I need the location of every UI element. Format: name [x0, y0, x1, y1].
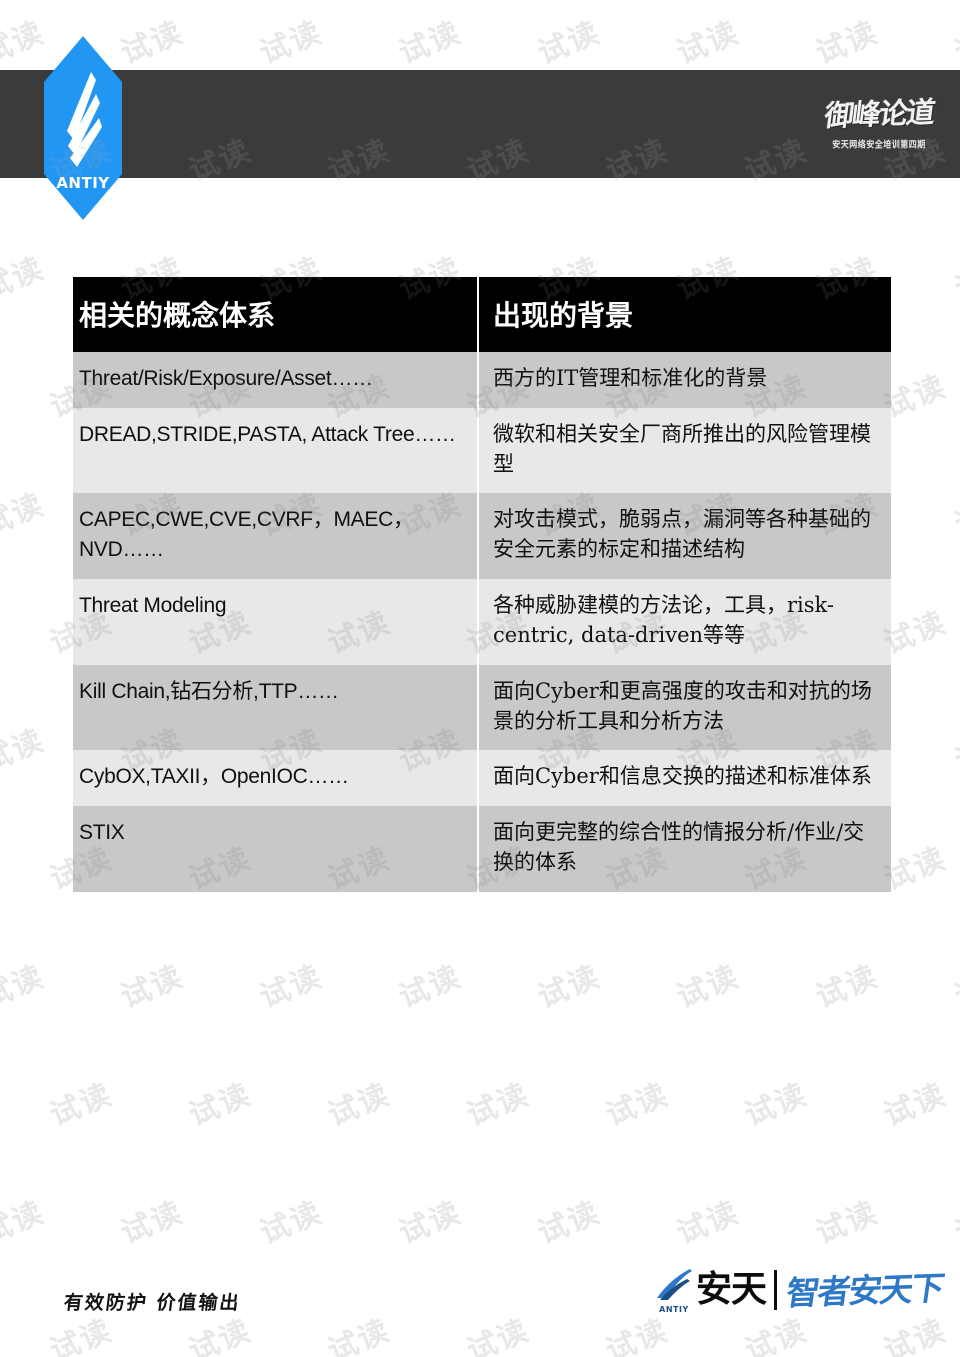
column-header-background: 出现的背景 [478, 277, 891, 352]
antiy-swoosh-icon: ANTIY [654, 1267, 694, 1314]
slide-canvas: ANTIY 御峰论道 安天网络安全培训第四期 相关的概念体系 出现的背景 Thr… [0, 0, 960, 1357]
watermark-text: 试读 [394, 959, 467, 1016]
watermark-text: 试读 [462, 1313, 535, 1357]
watermark-text: 试读 [184, 1077, 257, 1134]
svg-text:ANTIY: ANTIY [56, 174, 110, 192]
watermark-text: 试读 [672, 1195, 745, 1252]
watermark-text: 试读 [811, 959, 884, 1016]
watermark-text: 试读 [533, 1195, 606, 1252]
watermark-text: 试读 [533, 15, 606, 72]
cell-background: 微软和相关安全厂商所推出的风险管理模型 [478, 407, 891, 494]
cell-concept: DREAD,STRIDE,PASTA, Attack Tree…… [73, 407, 479, 494]
course-seal-title: 御峰论道 [822, 95, 936, 133]
watermark-text: 试读 [323, 1077, 396, 1134]
watermark-text: 试读 [879, 1077, 952, 1134]
watermark-text: 试读 [533, 959, 606, 1016]
watermark-text: 试读 [0, 251, 50, 308]
watermark-text: 试读 [811, 1195, 884, 1252]
watermark-text: 试读 [672, 959, 745, 1016]
watermark-text: 试读 [0, 487, 50, 544]
table-row: Threat Modeling 各种威胁建模的方法论，工具，risk-centr… [73, 579, 891, 665]
watermark-text: 试读 [394, 1195, 467, 1252]
column-header-concept: 相关的概念体系 [73, 277, 479, 352]
watermark-text: 试读 [950, 723, 960, 780]
cell-background: 面向Cyber和更高强度的攻击和对抗的场景的分析工具和分析方法 [478, 664, 891, 751]
watermark-text: 试读 [811, 15, 884, 72]
watermark-text: 试读 [255, 15, 328, 72]
watermark-text: 试读 [462, 1077, 535, 1134]
watermark-text: 试读 [116, 1195, 189, 1252]
cell-background: 对攻击模式，脆弱点，漏洞等各种基础的安全元素的标定和描述结构 [478, 493, 891, 580]
watermark-text: 试读 [116, 15, 189, 72]
watermark-text: 试读 [0, 723, 50, 780]
table-row: DREAD,STRIDE,PASTA, Attack Tree…… 微软和相关安… [73, 407, 891, 494]
watermark-text: 试读 [950, 959, 960, 1016]
course-seal-subtitle: 安天网络安全培训第四期 [832, 139, 926, 150]
antiy-logo-icon: ANTIY [44, 36, 122, 220]
table-row: CybOX,TAXII，OpenIOC…… 面向Cyber和信息交换的描述和标准… [73, 750, 891, 807]
watermark-text: 试读 [0, 959, 50, 1016]
concept-table: 相关的概念体系 出现的背景 Threat/Risk/Exposure/Asset… [73, 277, 891, 892]
cell-concept: Kill Chain,钻石分析,TTP…… [73, 664, 479, 751]
watermark-text: 试读 [601, 1077, 674, 1134]
cell-concept: CAPEC,CWE,CVE,CVRF，MAEC，NVD…… [73, 493, 479, 580]
table-row: CAPEC,CWE,CVE,CVRF，MAEC，NVD…… 对攻击模式，脆弱点，… [73, 493, 891, 580]
watermark-text: 试读 [672, 15, 745, 72]
watermark-text: 试读 [116, 959, 189, 1016]
table-header-row: 相关的概念体系 出现的背景 [73, 277, 891, 352]
cell-background: 西方的IT管理和标准化的背景 [478, 352, 891, 408]
footer-logo: ANTIY 安天 智者安天下 [654, 1262, 946, 1318]
watermark-text: 试读 [950, 15, 960, 72]
watermark-text: 试读 [950, 1195, 960, 1252]
table-row: Kill Chain,钻石分析,TTP…… 面向Cyber和更高强度的攻击和对抗… [73, 664, 891, 751]
footer-logo-divider [774, 1270, 777, 1310]
course-seal: 御峰论道 安天网络安全培训第四期 [816, 76, 942, 174]
table-body: Threat/Risk/Exposure/Asset…… 西方的IT管理和标准化… [73, 352, 891, 892]
cell-background: 面向更完整的综合性的情报分析/作业/交换的体系 [478, 806, 891, 892]
table-row: Threat/Risk/Exposure/Asset…… 西方的IT管理和标准化… [73, 352, 891, 408]
cell-concept: Threat/Risk/Exposure/Asset…… [73, 352, 479, 408]
footer-logo-slogan: 智者安天下 [783, 1267, 946, 1313]
antiy-swoosh-wordmark: ANTIY [659, 1305, 689, 1314]
footer-logo-name: 安天 [695, 1269, 767, 1310]
watermark-text: 试读 [323, 1313, 396, 1357]
cell-background: 面向Cyber和信息交换的描述和标准体系 [478, 750, 891, 807]
watermark-text: 试读 [740, 1077, 813, 1134]
watermark-text: 试读 [0, 1195, 50, 1252]
table-row: STIX 面向更完整的综合性的情报分析/作业/交换的体系 [73, 806, 891, 892]
watermark-text: 试读 [255, 1195, 328, 1252]
watermark-text: 试读 [0, 15, 50, 72]
watermark-text: 试读 [255, 959, 328, 1016]
watermark-text: 试读 [950, 487, 960, 544]
watermark-text: 试读 [394, 15, 467, 72]
watermark-text: 试读 [45, 1077, 118, 1134]
footer-tagline: 有效防护 价值输出 [62, 1292, 242, 1314]
watermark-text: 试读 [950, 251, 960, 308]
cell-concept: STIX [73, 806, 479, 892]
cell-concept: CybOX,TAXII，OpenIOC…… [73, 750, 479, 807]
cell-concept: Threat Modeling [73, 579, 479, 665]
cell-background: 各种威胁建模的方法论，工具，risk-centric, data-driven等… [478, 579, 891, 665]
